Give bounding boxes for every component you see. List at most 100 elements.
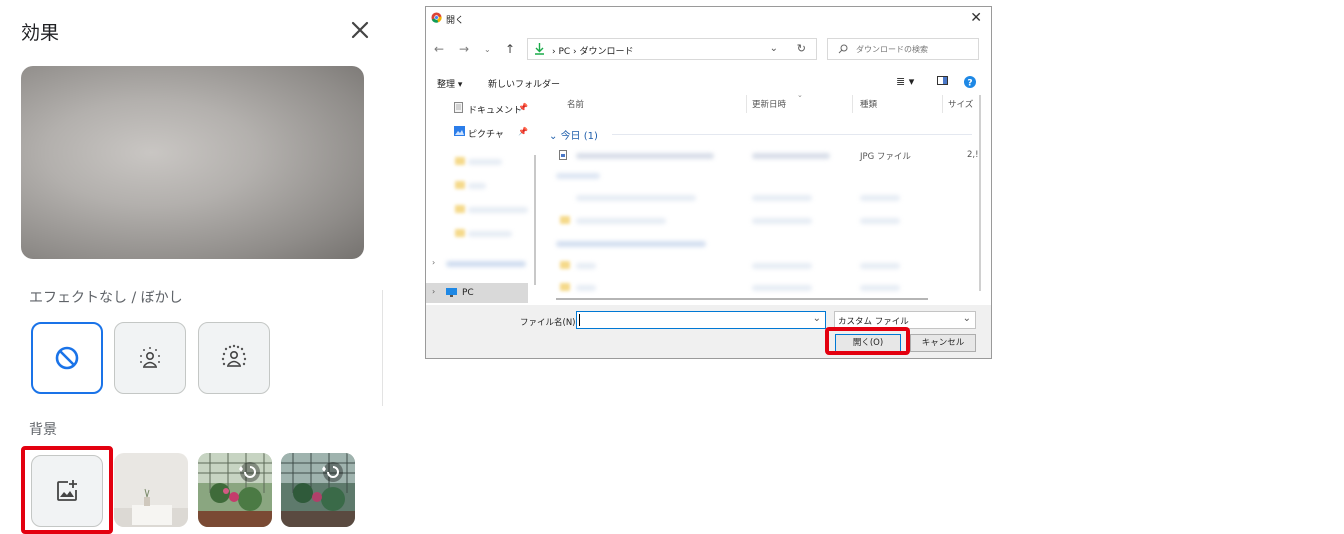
slight-blur-button[interactable] <box>114 322 186 394</box>
filetype-dropdown-icon: ⌄ <box>962 313 971 324</box>
expand-chevron-icon[interactable]: › <box>432 258 435 267</box>
blurred-item <box>446 261 526 267</box>
blurred-row <box>752 218 812 224</box>
navigation-pane: ドキュメント 📌 ピクチャ 📌 › › PC <box>426 95 541 303</box>
search-icon <box>838 44 848 54</box>
recent-dropdown-icon[interactable]: ⌄ <box>484 45 491 54</box>
add-photo-icon <box>57 480 77 501</box>
divider <box>382 290 383 406</box>
cancel-button[interactable]: キャンセル <box>910 334 976 352</box>
file-type: JPG ファイル <box>860 152 911 162</box>
block-icon <box>55 346 79 370</box>
pin-icon-2: 📌 <box>518 127 528 136</box>
blurred-item <box>468 231 512 237</box>
blur-section-label: エフェクトなし / ぼかし <box>29 290 183 306</box>
blurred-folder-icon <box>560 216 570 224</box>
blurred-row <box>860 218 900 224</box>
filename-label: ファイル名(N): <box>520 318 579 328</box>
panel-title: 効果 <box>21 22 60 44</box>
blurred-item <box>468 207 528 213</box>
group-line <box>612 134 972 135</box>
nav-pc[interactable]: PC <box>462 288 474 298</box>
search-placeholder: ダウンロードの検索 <box>856 45 928 54</box>
upload-background-button[interactable] <box>31 455 103 527</box>
group-header[interactable]: ⌄ 今日 (1) <box>549 127 598 142</box>
background-greenhouse-dark[interactable] <box>281 453 355 527</box>
breadcrumb-pc[interactable]: PC <box>558 47 570 57</box>
back-icon[interactable]: ← <box>434 42 444 56</box>
text-cursor <box>579 314 580 326</box>
filetype-select[interactable]: カスタム ファイル ⌄ <box>834 311 976 329</box>
breadcrumb-downloads[interactable]: ダウンロード <box>580 47 634 57</box>
address-bar[interactable]: › PC › ダウンロード ⌄ ↻ <box>527 38 817 60</box>
nav-pc-row[interactable] <box>426 283 528 303</box>
breadcrumb: › PC › ダウンロード <box>552 47 634 57</box>
up-icon[interactable]: ↑ <box>505 42 515 56</box>
svg-text:?: ? <box>967 79 972 89</box>
nav-scrollbar[interactable] <box>534 155 536 285</box>
file-size: 2,! <box>967 150 979 160</box>
preview-pane-icon[interactable] <box>937 76 948 88</box>
filename-input[interactable]: ⌄ <box>576 311 826 329</box>
refresh-icon[interactable]: ↻ <box>797 42 806 55</box>
view-options-icon[interactable]: ≣ ▾ <box>896 75 914 88</box>
download-arrow-icon <box>535 43 544 55</box>
close-icon[interactable] <box>348 18 372 42</box>
blurred-row <box>752 285 812 291</box>
blurred-folder-icon <box>455 181 465 189</box>
help-icon[interactable]: ? <box>964 76 976 91</box>
open-button[interactable]: 開く(O) <box>835 334 901 352</box>
background-section-label: 背景 <box>29 422 57 438</box>
room-image <box>114 453 188 527</box>
blurred-row <box>860 195 900 201</box>
blurred-folder-icon <box>455 205 465 213</box>
dialog-close-icon[interactable]: ✕ <box>970 10 982 26</box>
effects-panel: 効果 エフェクトなし / ぼかし 背景 <box>0 0 385 534</box>
nav-documents[interactable]: ドキュメント <box>468 103 522 116</box>
blur-button[interactable] <box>198 322 270 394</box>
documents-icon <box>454 102 463 116</box>
organize-menu[interactable]: 整理 ▾ <box>437 77 462 90</box>
address-dropdown-icon[interactable]: ⌄ <box>770 43 778 54</box>
blurred-date <box>752 153 830 159</box>
no-effect-button[interactable] <box>31 322 103 394</box>
forward-icon[interactable]: → <box>459 42 469 56</box>
horizontal-scrollbar[interactable] <box>556 298 928 300</box>
dialog-titlebar: 開く ✕ <box>426 7 991 31</box>
blurred-item <box>468 159 502 165</box>
nav-pictures[interactable]: ピクチャ <box>468 127 504 140</box>
blurred-folder-icon <box>560 261 570 269</box>
blurred-folder-icon <box>455 157 465 165</box>
background-minimal-room[interactable] <box>114 453 188 527</box>
background-greenhouse[interactable] <box>198 453 272 527</box>
person-blur-light-icon <box>140 347 160 368</box>
pc-icon <box>446 288 457 300</box>
camera-preview <box>21 66 364 259</box>
blurred-group-header <box>556 173 600 179</box>
file-list: ⌄ 今日 (1) JPG ファイル 2,! <box>542 95 979 303</box>
blurred-row <box>576 195 696 201</box>
blurred-filename <box>576 153 714 159</box>
search-box[interactable]: ダウンロードの検索 <box>827 38 979 60</box>
blurred-row <box>556 241 706 247</box>
blurred-folder-icon <box>560 283 570 291</box>
person-blur-icon <box>221 344 247 367</box>
pin-icon: 📌 <box>518 103 528 112</box>
blurred-row <box>752 263 812 269</box>
blurred-row <box>752 195 812 201</box>
chrome-icon <box>431 12 442 23</box>
file-open-dialog: 開く ✕ ← → ⌄ ↑ › PC › ダウンロード ⌄ ↻ ダウンロードの検索… <box>425 6 992 359</box>
blurred-row <box>576 285 596 291</box>
new-folder-button[interactable]: 新しいフォルダー <box>488 77 560 90</box>
filename-dropdown-icon[interactable]: ⌄ <box>813 313 821 324</box>
blurred-row <box>576 218 666 224</box>
blurred-row <box>860 263 900 269</box>
blurred-folder-icon <box>455 229 465 237</box>
vertical-scrollbar[interactable] <box>979 95 981 291</box>
group-header-label: 今日 (1) <box>560 131 598 142</box>
dialog-title: 開く <box>446 16 465 26</box>
blurred-row <box>576 263 596 269</box>
blurred-row <box>860 285 900 291</box>
expand-pc-chevron-icon[interactable]: › <box>432 287 435 296</box>
greenhouse-image <box>198 453 272 527</box>
